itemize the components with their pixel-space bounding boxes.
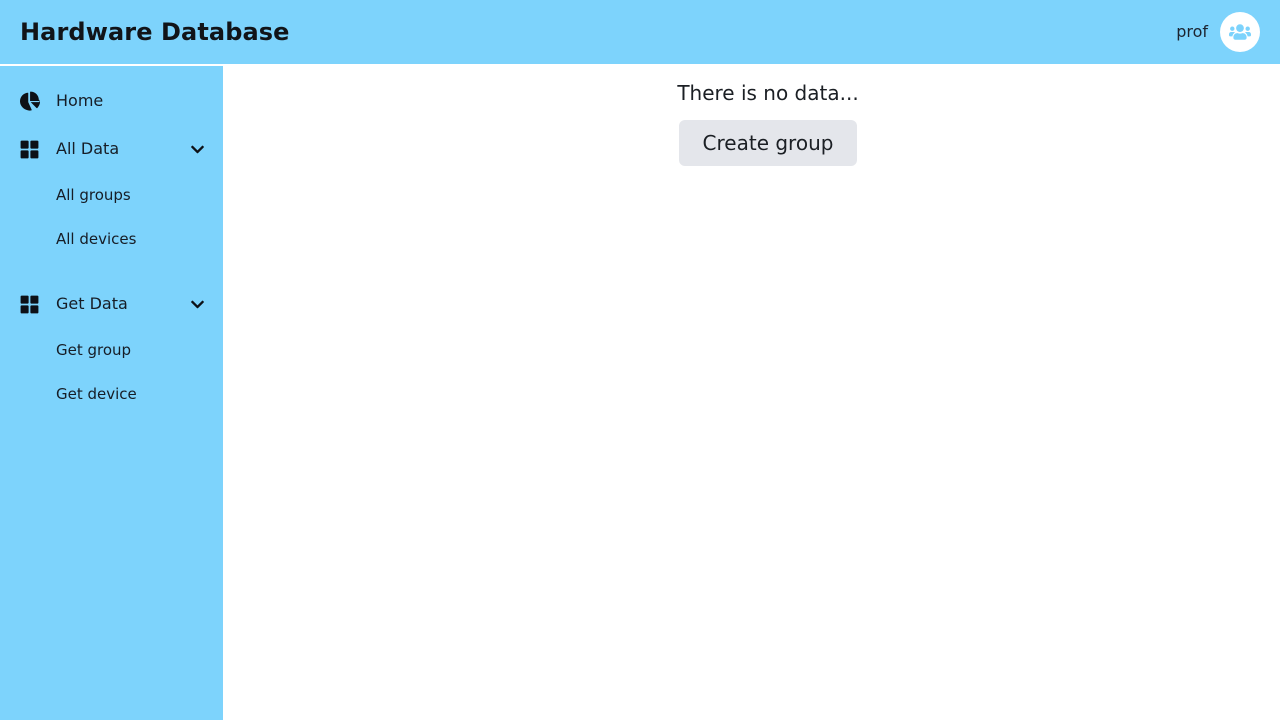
sidebar-item-get-data[interactable]: Get Data — [0, 287, 223, 321]
app-root: Hardware Database prof Home All Data All… — [0, 0, 1280, 720]
chevron-down-icon[interactable] — [189, 141, 205, 157]
sidebar-item-get-group[interactable]: Get group — [0, 335, 223, 365]
grid-icon — [20, 137, 44, 161]
sidebar-subitem-label: Get group — [56, 340, 132, 359]
sidebar-item-label: Get Data — [56, 294, 128, 313]
sidebar: Home All Data All groups All devices Get… — [0, 66, 223, 720]
sidebar-item-get-device[interactable]: Get device — [0, 379, 223, 409]
avatar[interactable] — [1220, 12, 1260, 52]
app-header: Hardware Database prof — [0, 0, 1280, 64]
create-group-button[interactable]: Create group — [678, 120, 858, 166]
page-title: Hardware Database — [20, 18, 290, 46]
empty-state: There is no data... Create group — [223, 66, 1280, 166]
header-user-area: prof — [1176, 12, 1260, 52]
sidebar-subitem-label: Get device — [56, 384, 137, 403]
sidebar-item-all-devices[interactable]: All devices — [0, 224, 223, 254]
empty-state-message: There is no data... — [677, 81, 859, 105]
users-icon — [1229, 21, 1251, 43]
chevron-down-icon[interactable] — [189, 296, 205, 312]
sidebar-item-label: Home — [56, 91, 104, 110]
sidebar-item-label: All Data — [56, 139, 120, 158]
sidebar-item-all-groups[interactable]: All groups — [0, 180, 223, 210]
sidebar-item-home[interactable]: Home — [0, 84, 223, 118]
sidebar-subitem-label: All groups — [56, 185, 131, 204]
sidebar-subitem-label: All devices — [56, 229, 137, 248]
main-content: There is no data... Create group — [223, 66, 1280, 720]
grid-icon — [20, 292, 44, 316]
user-name-label: prof — [1176, 22, 1208, 41]
sidebar-item-all-data[interactable]: All Data — [0, 132, 223, 166]
pie-chart-icon — [20, 89, 44, 113]
